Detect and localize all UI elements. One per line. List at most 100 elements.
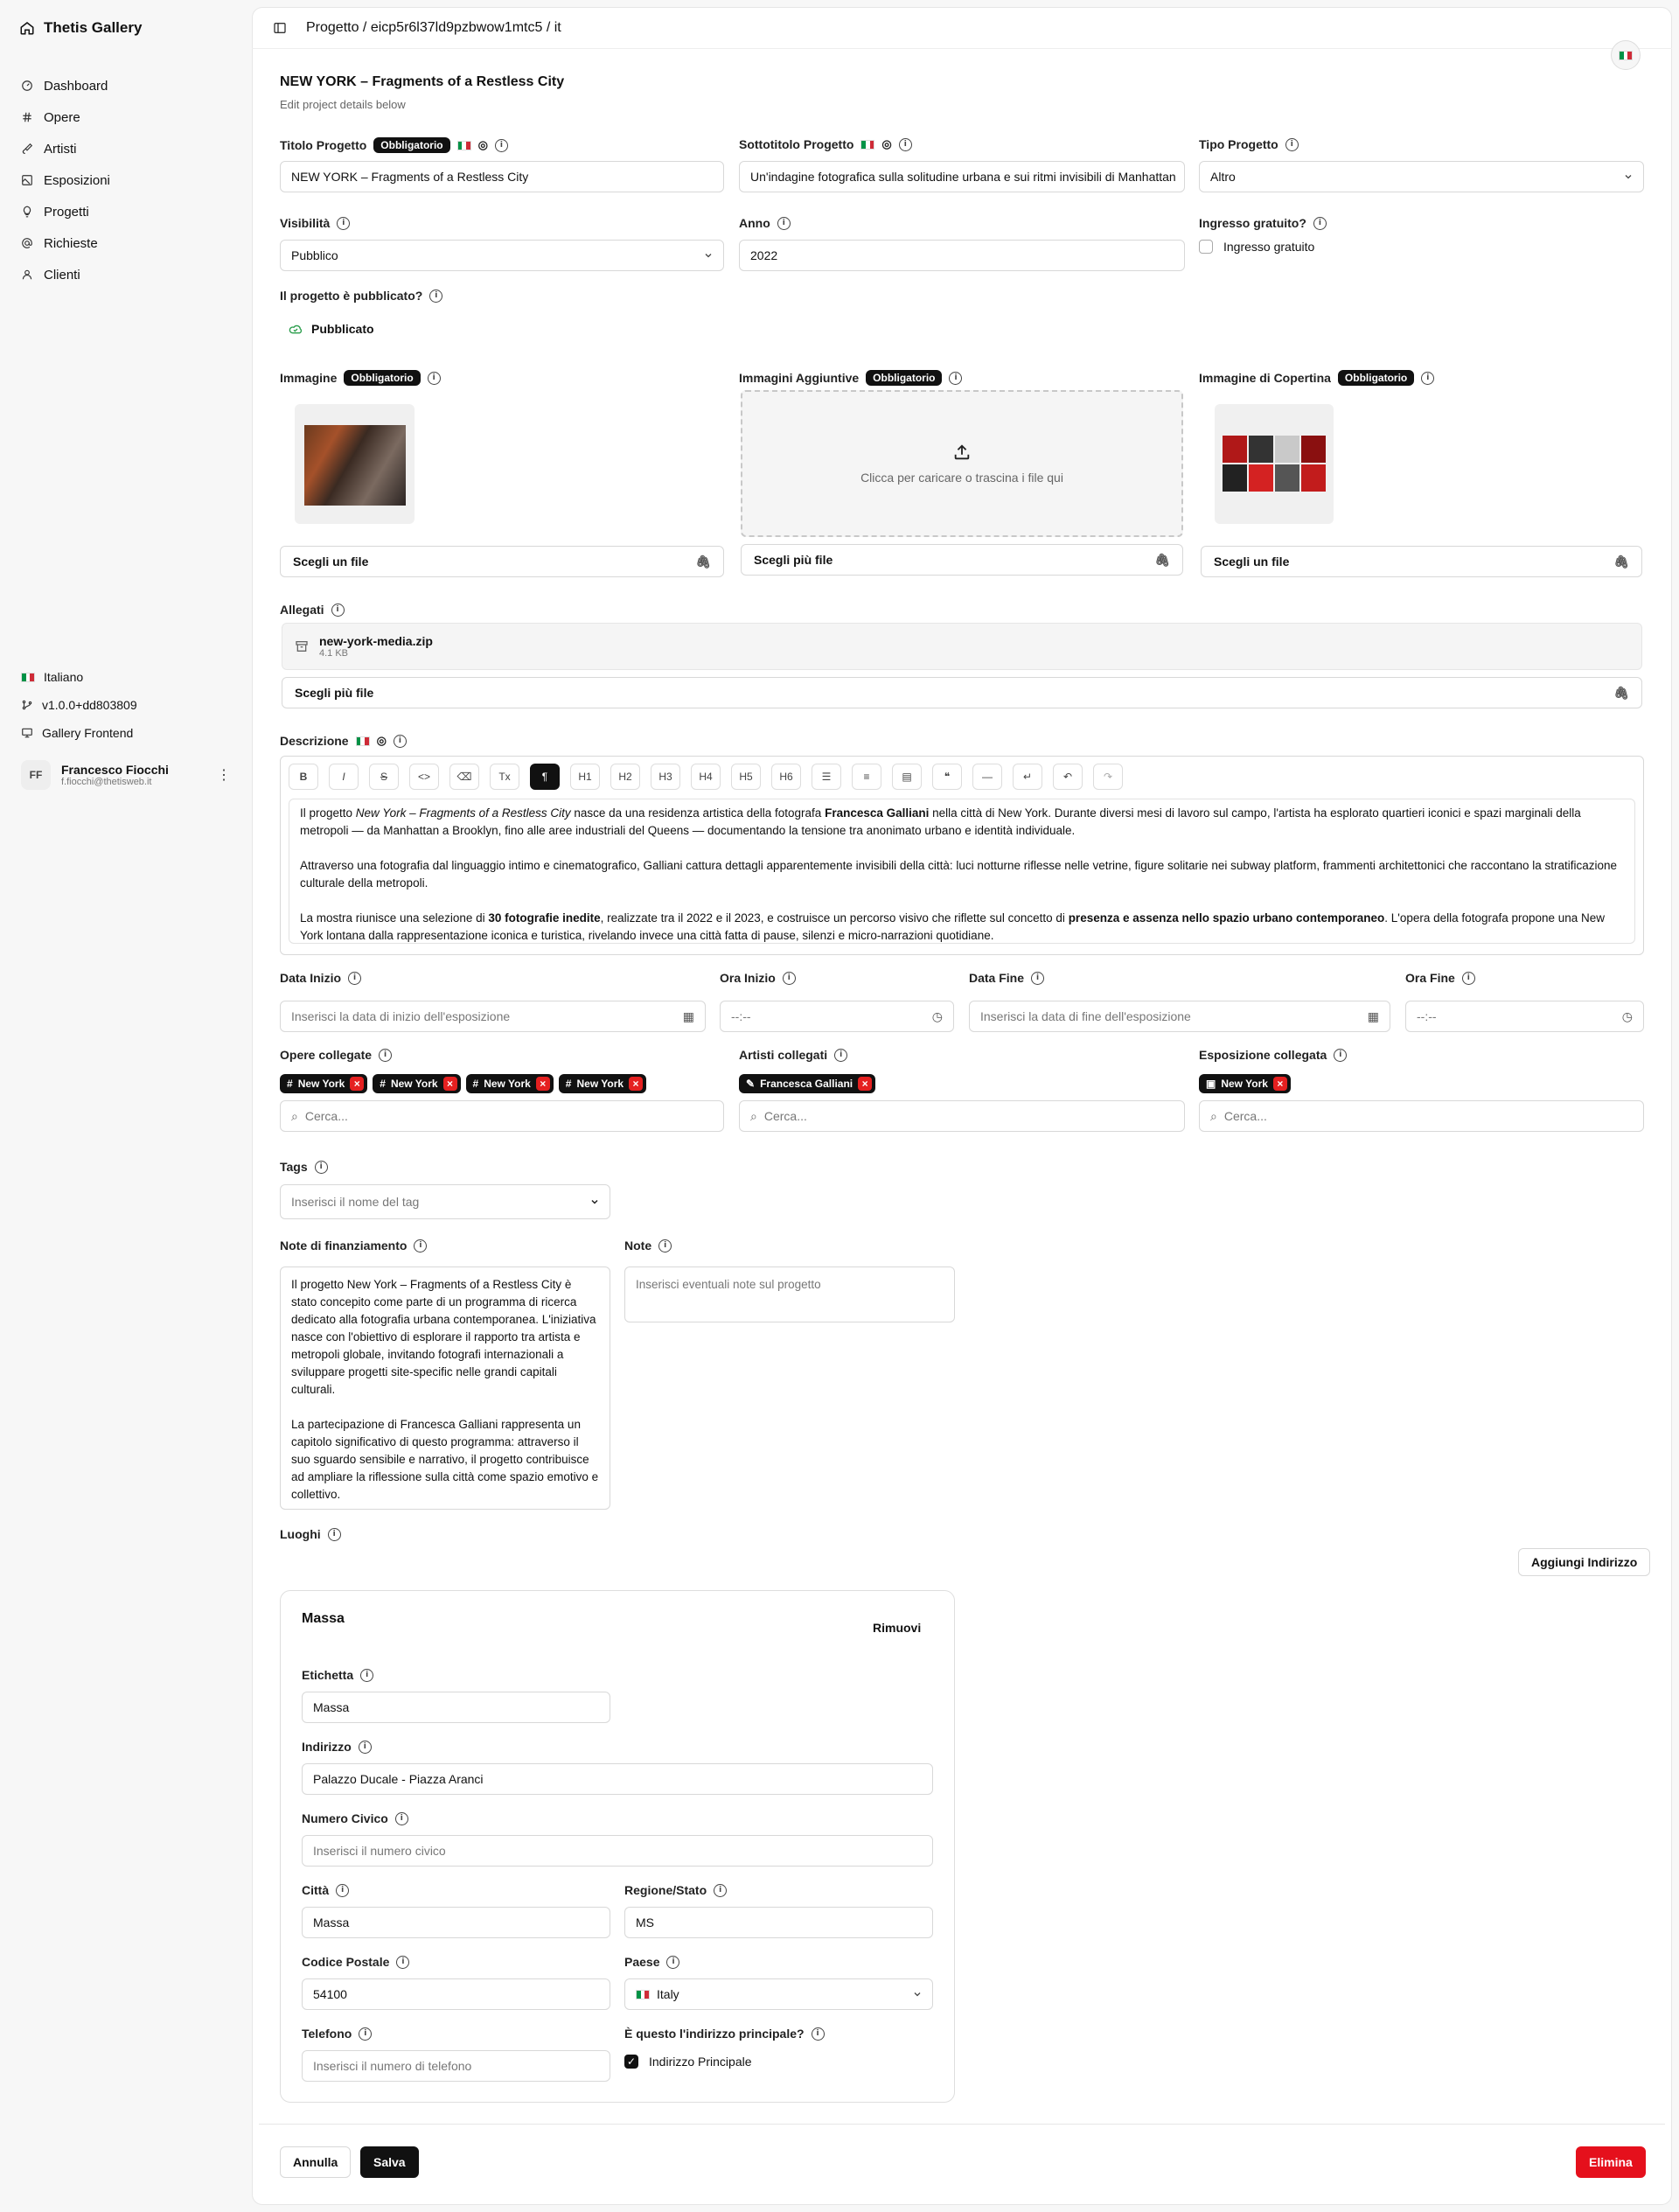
info-icon[interactable]: i <box>666 1955 680 1969</box>
telefono-input[interactable]: Inserisci il numero di telefono <box>302 2050 610 2082</box>
principale-checkbox[interactable]: ✓ <box>624 2055 638 2069</box>
copertina-file-button[interactable]: Scegli un file 🖇 <box>1201 546 1642 577</box>
info-icon[interactable]: i <box>782 971 796 985</box>
citta-input[interactable]: Massa <box>302 1907 610 1938</box>
info-icon[interactable]: i <box>658 1239 672 1253</box>
indirizzo-input[interactable]: Palazzo Ducale - Piazza Aranci <box>302 1763 933 1795</box>
allegati-file-button[interactable]: Scegli più file 🖇 <box>282 677 1642 708</box>
data-fine-input[interactable]: Inserisci la data di fine dell'esposizio… <box>969 1001 1390 1032</box>
info-icon[interactable]: i <box>949 371 963 385</box>
remove-address-button[interactable]: Rimuovi <box>873 1621 921 1635</box>
bullet-list-icon[interactable]: ☰ <box>812 764 841 790</box>
visibilita-select[interactable]: Pubblico <box>280 240 724 271</box>
gallery-frontend-link[interactable]: Gallery Frontend <box>21 719 240 747</box>
info-icon[interactable]: i <box>714 1883 728 1897</box>
more-vertical-icon[interactable]: ⋮ <box>217 766 231 784</box>
artist-chip[interactable]: ✎ Francesca Galliani × <box>739 1074 876 1093</box>
info-icon[interactable]: i <box>394 1811 408 1825</box>
clock-icon[interactable]: ◷ <box>1622 1009 1633 1024</box>
ingresso-checkbox[interactable] <box>1199 240 1213 254</box>
add-address-button[interactable]: Aggiungi Indirizzo <box>1518 1548 1651 1576</box>
data-inizio-input[interactable]: Inserisci la data di inizio dell'esposiz… <box>280 1001 706 1032</box>
undo-icon[interactable]: ↶ <box>1053 764 1083 790</box>
app-brand[interactable]: Thetis Gallery <box>19 19 142 37</box>
paese-select[interactable]: Italy <box>624 1978 933 2010</box>
info-icon[interactable]: i <box>1313 216 1327 230</box>
remove-icon[interactable]: × <box>535 1077 550 1091</box>
remove-icon[interactable]: × <box>629 1077 644 1091</box>
ordered-list-icon[interactable]: ≡ <box>852 764 881 790</box>
horizontal-rule-button[interactable]: — <box>972 764 1002 790</box>
info-icon[interactable]: i <box>777 216 791 230</box>
tags-select[interactable]: Inserisci il nome del tag <box>280 1184 610 1219</box>
info-icon[interactable]: i <box>1421 371 1435 385</box>
opera-chip[interactable]: # New York × <box>465 1074 554 1093</box>
info-icon[interactable]: i <box>1461 971 1475 985</box>
language-selector[interactable]: Italiano <box>21 663 240 691</box>
code-button[interactable]: <> <box>409 764 439 790</box>
info-icon[interactable]: i <box>1031 971 1045 985</box>
published-status[interactable]: Pubblicato <box>289 322 374 336</box>
quote-icon[interactable]: ❝ <box>932 764 962 790</box>
titolo-input[interactable]: NEW YORK – Fragments of a Restless City <box>280 161 724 192</box>
info-icon[interactable]: i <box>358 1740 372 1754</box>
civico-input[interactable]: Inserisci il numero civico <box>302 1835 933 1867</box>
clear-format-button[interactable]: Tx <box>490 764 519 790</box>
info-icon[interactable]: i <box>414 1239 428 1253</box>
redo-icon[interactable]: ↷ <box>1093 764 1123 790</box>
info-icon[interactable]: i <box>314 1160 328 1174</box>
editor-content[interactable]: Il progetto New York – Fragments of a Re… <box>289 799 1635 944</box>
info-icon[interactable]: i <box>1334 1048 1348 1062</box>
sidebar-item-progetti[interactable]: Progetti <box>21 196 240 227</box>
calendar-icon[interactable]: ▦ <box>1368 1009 1379 1024</box>
ora-inizio-input[interactable]: --:-- ◷ <box>720 1001 954 1032</box>
bold-button[interactable]: B <box>289 764 318 790</box>
principale-checkbox-row[interactable]: ✓ Indirizzo Principale <box>624 2055 752 2069</box>
cap-input[interactable]: 54100 <box>302 1978 610 2010</box>
info-icon[interactable]: i <box>898 137 912 151</box>
esposizione-search[interactable]: ⌕ Cerca... <box>1199 1100 1644 1132</box>
anno-input[interactable]: 2022 <box>739 240 1185 271</box>
language-flag-button[interactable] <box>1611 40 1641 70</box>
upload-dropzone[interactable]: Clicca per caricare o trascina i file qu… <box>741 390 1183 537</box>
opera-chip[interactable]: # New York × <box>373 1074 461 1093</box>
aggiuntive-file-button[interactable]: Scegli più file 🖇 <box>741 544 1183 576</box>
info-icon[interactable]: i <box>360 1668 374 1682</box>
translate-icon[interactable]: ◎ <box>881 137 891 151</box>
h2-button[interactable]: H2 <box>610 764 640 790</box>
user-profile[interactable]: FF Francesco Fiocchi f.fiocchi@thetisweb… <box>21 760 231 790</box>
note-textarea[interactable]: Inserisci eventuali note sul progetto <box>624 1266 955 1322</box>
sidebar-item-opere[interactable]: Opere <box>21 101 240 133</box>
italic-button[interactable]: I <box>329 764 359 790</box>
remove-icon[interactable]: × <box>1272 1077 1287 1091</box>
opera-chip[interactable]: # New York × <box>280 1074 368 1093</box>
sidebar-item-richieste[interactable]: Richieste <box>21 227 240 259</box>
ora-fine-input[interactable]: --:-- ◷ <box>1405 1001 1644 1032</box>
h5-button[interactable]: H5 <box>731 764 761 790</box>
immagine-file-button[interactable]: Scegli un file 🖇 <box>280 546 724 577</box>
sidebar-item-dashboard[interactable]: Dashboard <box>21 70 240 101</box>
h4-button[interactable]: H4 <box>691 764 721 790</box>
info-icon[interactable]: i <box>331 603 345 617</box>
info-icon[interactable]: i <box>1285 137 1299 151</box>
save-button[interactable]: Salva <box>360 2146 419 2178</box>
h3-button[interactable]: H3 <box>651 764 680 790</box>
sidebar-item-esposizioni[interactable]: Esposizioni <box>21 164 240 196</box>
info-icon[interactable]: i <box>337 216 351 230</box>
etichetta-input[interactable]: Massa <box>302 1692 610 1723</box>
delete-button[interactable]: Elimina <box>1576 2146 1646 2178</box>
hard-break-button[interactable]: ↵ <box>1013 764 1042 790</box>
info-icon[interactable]: i <box>811 2027 825 2041</box>
info-icon[interactable]: i <box>494 138 508 152</box>
info-icon[interactable]: i <box>327 1527 341 1541</box>
h1-button[interactable]: H1 <box>570 764 600 790</box>
info-icon[interactable]: i <box>336 1883 350 1897</box>
translate-icon[interactable]: ◎ <box>377 734 387 748</box>
clock-icon[interactable]: ◷ <box>932 1009 943 1024</box>
translate-icon[interactable]: ◎ <box>478 138 488 152</box>
info-icon[interactable]: i <box>359 2027 373 2041</box>
remove-icon[interactable]: × <box>350 1077 365 1091</box>
h6-button[interactable]: H6 <box>771 764 801 790</box>
eraser-icon[interactable]: ⌫ <box>449 764 479 790</box>
strike-button[interactable]: S <box>369 764 399 790</box>
